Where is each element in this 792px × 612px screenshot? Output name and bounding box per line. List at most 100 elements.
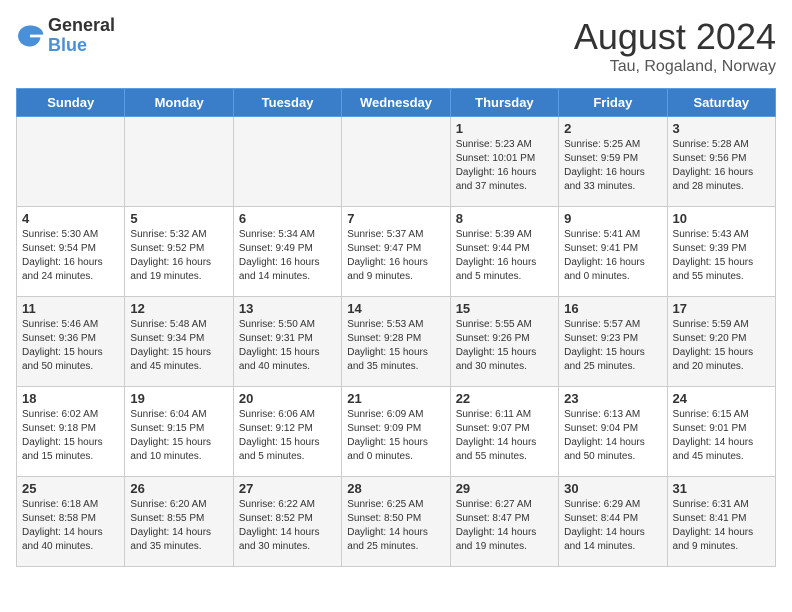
calendar-cell xyxy=(342,117,450,207)
day-number: 4 xyxy=(22,211,119,226)
calendar-table: SundayMondayTuesdayWednesdayThursdayFrid… xyxy=(16,88,776,567)
weekday-header-sunday: Sunday xyxy=(17,89,125,117)
logo: General Blue xyxy=(16,16,115,56)
logo-icon xyxy=(16,22,44,50)
calendar-cell: 18Sunrise: 6:02 AM Sunset: 9:18 PM Dayli… xyxy=(17,387,125,477)
calendar-cell: 30Sunrise: 6:29 AM Sunset: 8:44 PM Dayli… xyxy=(559,477,667,567)
day-number: 2 xyxy=(564,121,661,136)
day-number: 10 xyxy=(673,211,770,226)
calendar-cell: 5 Sunrise: 5:32 AM Sunset: 9:52 PM Daylig… xyxy=(125,207,233,297)
day-info: Sunrise: 5:46 AM Sunset: 9:36 PM Dayligh… xyxy=(22,318,119,374)
day-info: Sunrise: 6:27 AM Sunset: 8:47 PM Dayligh… xyxy=(456,498,553,554)
calendar-body: 1Sunrise: 5:23 AM Sunset: 10:01 PM Dayli… xyxy=(17,117,776,567)
calendar-cell: 7 Sunrise: 5:37 AM Sunset: 9:47 PM Daylig… xyxy=(342,207,450,297)
calendar-cell: 31Sunrise: 6:31 AM Sunset: 8:41 PM Dayli… xyxy=(667,477,775,567)
day-number: 18 xyxy=(22,391,119,406)
day-number: 19 xyxy=(130,391,227,406)
calendar-cell: 23 Sunrise: 6:13 AM Sunset: 9:04 PM Dayli… xyxy=(559,387,667,477)
weekday-header-monday: Monday xyxy=(125,89,233,117)
weekday-header-friday: Friday xyxy=(559,89,667,117)
calendar-cell: 21Sunrise: 6:09 AM Sunset: 9:09 PM Dayli… xyxy=(342,387,450,477)
day-info: Sunrise: 5:28 AM Sunset: 9:56 PM Dayligh… xyxy=(673,138,770,194)
calendar-cell: 1Sunrise: 5:23 AM Sunset: 10:01 PM Dayli… xyxy=(450,117,558,207)
day-number: 5 xyxy=(130,211,227,226)
location-text: Tau, Rogaland, Norway xyxy=(574,58,776,76)
calendar-cell: 14Sunrise: 5:53 AM Sunset: 9:28 PM Dayli… xyxy=(342,297,450,387)
logo-general-text: General xyxy=(48,16,115,36)
page-header: General Blue August 2024 Tau, Rogaland, … xyxy=(16,16,776,76)
month-year-title: August 2024 xyxy=(574,16,776,58)
calendar-cell: 22Sunrise: 6:11 AM Sunset: 9:07 PM Dayli… xyxy=(450,387,558,477)
day-number: 12 xyxy=(130,301,227,316)
day-info: Sunrise: 6:15 AM Sunset: 9:01 PM Dayligh… xyxy=(673,408,770,464)
day-number: 29 xyxy=(456,481,553,496)
weekday-header-saturday: Saturday xyxy=(667,89,775,117)
calendar-week-3: 11 Sunrise: 5:46 AM Sunset: 9:36 PM Dayli… xyxy=(17,297,776,387)
day-info: Sunrise: 5:50 AM Sunset: 9:31 PM Dayligh… xyxy=(239,318,336,374)
day-number: 8 xyxy=(456,211,553,226)
calendar-cell: 9 Sunrise: 5:41 AM Sunset: 9:41 PM Daylig… xyxy=(559,207,667,297)
day-number: 28 xyxy=(347,481,444,496)
weekday-header-thursday: Thursday xyxy=(450,89,558,117)
day-info: Sunrise: 5:39 AM Sunset: 9:44 PM Dayligh… xyxy=(456,228,553,284)
day-info: Sunrise: 5:43 AM Sunset: 9:39 PM Dayligh… xyxy=(673,228,770,284)
day-number: 25 xyxy=(22,481,119,496)
calendar-cell: 3 Sunrise: 5:28 AM Sunset: 9:56 PM Daylig… xyxy=(667,117,775,207)
calendar-cell: 17Sunrise: 5:59 AM Sunset: 9:20 PM Dayli… xyxy=(667,297,775,387)
day-info: Sunrise: 6:20 AM Sunset: 8:55 PM Dayligh… xyxy=(130,498,227,554)
calendar-cell: 28Sunrise: 6:25 AM Sunset: 8:50 PM Dayli… xyxy=(342,477,450,567)
day-number: 14 xyxy=(347,301,444,316)
day-info: Sunrise: 5:32 AM Sunset: 9:52 PM Dayligh… xyxy=(130,228,227,284)
day-number: 13 xyxy=(239,301,336,316)
calendar-week-5: 25 Sunrise: 6:18 AM Sunset: 8:58 PM Dayli… xyxy=(17,477,776,567)
calendar-week-4: 18Sunrise: 6:02 AM Sunset: 9:18 PM Dayli… xyxy=(17,387,776,477)
day-number: 6 xyxy=(239,211,336,226)
day-info: Sunrise: 5:48 AM Sunset: 9:34 PM Dayligh… xyxy=(130,318,227,374)
day-number: 30 xyxy=(564,481,661,496)
title-section: August 2024 Tau, Rogaland, Norway xyxy=(574,16,776,76)
calendar-header: SundayMondayTuesdayWednesdayThursdayFrid… xyxy=(17,89,776,117)
weekday-header-row: SundayMondayTuesdayWednesdayThursdayFrid… xyxy=(17,89,776,117)
calendar-week-1: 1Sunrise: 5:23 AM Sunset: 10:01 PM Dayli… xyxy=(17,117,776,207)
day-info: Sunrise: 5:25 AM Sunset: 9:59 PM Dayligh… xyxy=(564,138,661,194)
calendar-cell: 8 Sunrise: 5:39 AM Sunset: 9:44 PM Daylig… xyxy=(450,207,558,297)
day-number: 26 xyxy=(130,481,227,496)
calendar-cell: 6 Sunrise: 5:34 AM Sunset: 9:49 PM Daylig… xyxy=(233,207,341,297)
day-number: 24 xyxy=(673,391,770,406)
day-number: 21 xyxy=(347,391,444,406)
day-info: Sunrise: 5:59 AM Sunset: 9:20 PM Dayligh… xyxy=(673,318,770,374)
calendar-cell: 20Sunrise: 6:06 AM Sunset: 9:12 PM Dayli… xyxy=(233,387,341,477)
calendar-cell: 11 Sunrise: 5:46 AM Sunset: 9:36 PM Dayli… xyxy=(17,297,125,387)
day-info: Sunrise: 5:37 AM Sunset: 9:47 PM Dayligh… xyxy=(347,228,444,284)
day-number: 15 xyxy=(456,301,553,316)
calendar-week-2: 4 Sunrise: 5:30 AM Sunset: 9:54 PM Daylig… xyxy=(17,207,776,297)
day-info: Sunrise: 6:13 AM Sunset: 9:04 PM Dayligh… xyxy=(564,408,661,464)
calendar-cell: 29 Sunrise: 6:27 AM Sunset: 8:47 PM Dayli… xyxy=(450,477,558,567)
day-info: Sunrise: 6:18 AM Sunset: 8:58 PM Dayligh… xyxy=(22,498,119,554)
day-number: 9 xyxy=(564,211,661,226)
day-number: 23 xyxy=(564,391,661,406)
day-info: Sunrise: 5:41 AM Sunset: 9:41 PM Dayligh… xyxy=(564,228,661,284)
day-info: Sunrise: 6:04 AM Sunset: 9:15 PM Dayligh… xyxy=(130,408,227,464)
day-info: Sunrise: 5:57 AM Sunset: 9:23 PM Dayligh… xyxy=(564,318,661,374)
day-number: 22 xyxy=(456,391,553,406)
calendar-cell: 24 Sunrise: 6:15 AM Sunset: 9:01 PM Dayli… xyxy=(667,387,775,477)
calendar-cell: 19 Sunrise: 6:04 AM Sunset: 9:15 PM Dayli… xyxy=(125,387,233,477)
day-info: Sunrise: 5:55 AM Sunset: 9:26 PM Dayligh… xyxy=(456,318,553,374)
day-number: 3 xyxy=(673,121,770,136)
calendar-cell xyxy=(125,117,233,207)
calendar-cell: 12 Sunrise: 5:48 AM Sunset: 9:34 PM Dayli… xyxy=(125,297,233,387)
day-info: Sunrise: 5:34 AM Sunset: 9:49 PM Dayligh… xyxy=(239,228,336,284)
day-number: 11 xyxy=(22,301,119,316)
day-number: 7 xyxy=(347,211,444,226)
day-info: Sunrise: 5:30 AM Sunset: 9:54 PM Dayligh… xyxy=(22,228,119,284)
calendar-cell xyxy=(233,117,341,207)
calendar-cell: 25 Sunrise: 6:18 AM Sunset: 8:58 PM Dayli… xyxy=(17,477,125,567)
calendar-cell: 15 Sunrise: 5:55 AM Sunset: 9:26 PM Dayli… xyxy=(450,297,558,387)
calendar-cell: 27Sunrise: 6:22 AM Sunset: 8:52 PM Dayli… xyxy=(233,477,341,567)
day-number: 27 xyxy=(239,481,336,496)
day-number: 16 xyxy=(564,301,661,316)
day-number: 1 xyxy=(456,121,553,136)
calendar-cell: 16 Sunrise: 5:57 AM Sunset: 9:23 PM Dayli… xyxy=(559,297,667,387)
logo-blue-text: Blue xyxy=(48,36,115,56)
